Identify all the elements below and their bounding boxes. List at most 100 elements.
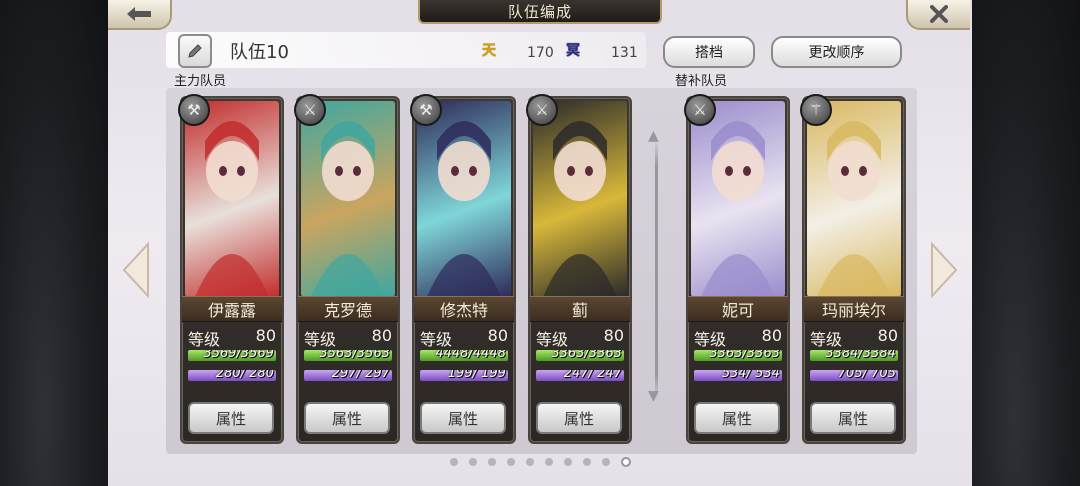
section-divider <box>655 140 658 400</box>
sp-bar: 534/ 534 <box>694 370 782 381</box>
staff-icon: ⚚ <box>800 94 832 126</box>
level-row: 等级 80 <box>304 326 392 350</box>
background-right <box>972 0 1080 486</box>
hp-text: 3569/3569 <box>203 350 274 361</box>
member-card[interactable]: ⚔ 蓟 等级 80 3363/3363 247/ 247 属性 <box>526 94 632 444</box>
member-card[interactable]: ⚔ 妮可 等级 80 3363/3363 534/ 534 属性 <box>684 94 790 444</box>
sp-text: 280/ 280 <box>215 370 274 381</box>
page-dot[interactable] <box>621 457 631 467</box>
character-portrait[interactable] <box>417 101 511 297</box>
sp-text: 297/ 297 <box>331 370 390 381</box>
main-members-label: 主力队员 <box>168 70 233 91</box>
hell-icon: 冥 <box>566 43 580 59</box>
sp-text: 247/ 247 <box>563 370 622 381</box>
back-button[interactable] <box>108 0 172 30</box>
level-label: 等级 <box>188 330 221 349</box>
level-label: 等级 <box>536 330 569 349</box>
page-dot[interactable] <box>564 458 572 466</box>
sword-icon: ⚔ <box>294 94 326 126</box>
team-name: 队伍10 <box>230 42 289 63</box>
page-dot[interactable] <box>545 458 553 466</box>
page-dot[interactable] <box>469 458 477 466</box>
hp-text: 3563/3563 <box>319 350 390 361</box>
member-name: 伊露露 <box>182 296 282 322</box>
character-portrait[interactable] <box>185 101 279 297</box>
sp-text: 705/ 705 <box>837 370 896 381</box>
character-portrait[interactable] <box>533 101 627 297</box>
hp-text: 3384/3384 <box>825 350 896 361</box>
member-name: 妮可 <box>688 296 788 322</box>
page-dot[interactable] <box>526 458 534 466</box>
character-portrait[interactable] <box>691 101 785 297</box>
hell-value: 131 <box>611 45 638 61</box>
sp-text: 534/ 534 <box>721 370 780 381</box>
heaven-icon: 天 <box>482 43 496 59</box>
page-dot[interactable] <box>507 458 515 466</box>
level-value: 80 <box>761 326 782 345</box>
member-name: 修杰特 <box>414 296 514 322</box>
level-value: 80 <box>877 326 898 345</box>
level-value: 80 <box>487 326 508 345</box>
character-portrait[interactable] <box>301 101 395 297</box>
axe-icon: ⚒ <box>178 94 210 126</box>
page-indicator <box>450 457 631 467</box>
back-arrow-icon <box>127 7 151 21</box>
heaven-value: 170 <box>527 45 554 61</box>
hp-bar: 3569/3569 <box>188 350 276 361</box>
member-card[interactable]: ⚚ 玛丽埃尔 等级 80 3384/3384 705/ 705 属性 <box>800 94 906 444</box>
page-dot[interactable] <box>602 458 610 466</box>
partner-button[interactable]: 搭档 <box>663 36 755 68</box>
hp-bar: 3363/3363 <box>694 350 782 361</box>
member-card[interactable]: ⚒ 伊露露 等级 80 3569/3569 280/ 280 属性 <box>178 94 284 444</box>
level-label: 等级 <box>694 330 727 349</box>
member-name: 玛丽埃尔 <box>804 296 904 322</box>
page-dot[interactable] <box>583 458 591 466</box>
sp-bar: 199/ 199 <box>420 370 508 381</box>
level-row: 等级 80 <box>536 326 624 350</box>
level-label: 等级 <box>420 330 453 349</box>
attributes-button[interactable]: 属性 <box>420 402 506 434</box>
level-value: 80 <box>371 326 392 345</box>
axe-icon: ⚒ <box>410 94 442 126</box>
level-row: 等级 80 <box>810 326 898 350</box>
divider-up-icon: ▲ <box>648 128 659 144</box>
level-value: 80 <box>255 326 276 345</box>
page-dot[interactable] <box>450 458 458 466</box>
member-name: 克罗德 <box>298 296 398 322</box>
edit-team-name-button[interactable] <box>178 34 212 68</box>
attributes-button[interactable]: 属性 <box>304 402 390 434</box>
member-name: 蓟 <box>530 296 630 322</box>
close-icon <box>930 5 948 23</box>
sword-icon: ⚔ <box>684 94 716 126</box>
level-label: 等级 <box>304 330 337 349</box>
sp-text: 199/ 199 <box>447 370 506 381</box>
level-value: 80 <box>603 326 624 345</box>
hp-text: 3363/3363 <box>551 350 622 361</box>
page-dot[interactable] <box>488 458 496 466</box>
pencil-icon <box>188 44 202 58</box>
member-card[interactable]: ⚔ 克罗德 等级 80 3563/3563 297/ 297 属性 <box>294 94 400 444</box>
hp-bar: 3384/3384 <box>810 350 898 361</box>
sub-members-label: 替补队员 <box>669 70 734 91</box>
background-left <box>0 0 108 486</box>
hp-bar: 3563/3563 <box>304 350 392 361</box>
hp-text: 4448/4448 <box>435 350 506 361</box>
sword-icon: ⚔ <box>526 94 558 126</box>
level-row: 等级 80 <box>694 326 782 350</box>
change-order-button[interactable]: 更改顺序 <box>771 36 902 68</box>
attributes-button[interactable]: 属性 <box>694 402 780 434</box>
divider-down-icon: ▼ <box>648 388 659 404</box>
member-card[interactable]: ⚒ 修杰特 等级 80 4448/4448 199/ 199 属性 <box>410 94 516 444</box>
hp-bar: 3363/3363 <box>536 350 624 361</box>
character-portrait[interactable] <box>807 101 901 297</box>
attributes-button[interactable]: 属性 <box>536 402 622 434</box>
hp-bar: 4448/4448 <box>420 350 508 361</box>
sp-bar: 280/ 280 <box>188 370 276 381</box>
next-page-icon[interactable] <box>930 242 958 298</box>
close-button[interactable] <box>906 0 970 30</box>
hp-text: 3363/3363 <box>709 350 780 361</box>
sp-bar: 297/ 297 <box>304 370 392 381</box>
attributes-button[interactable]: 属性 <box>810 402 896 434</box>
prev-page-icon[interactable] <box>122 242 150 298</box>
attributes-button[interactable]: 属性 <box>188 402 274 434</box>
